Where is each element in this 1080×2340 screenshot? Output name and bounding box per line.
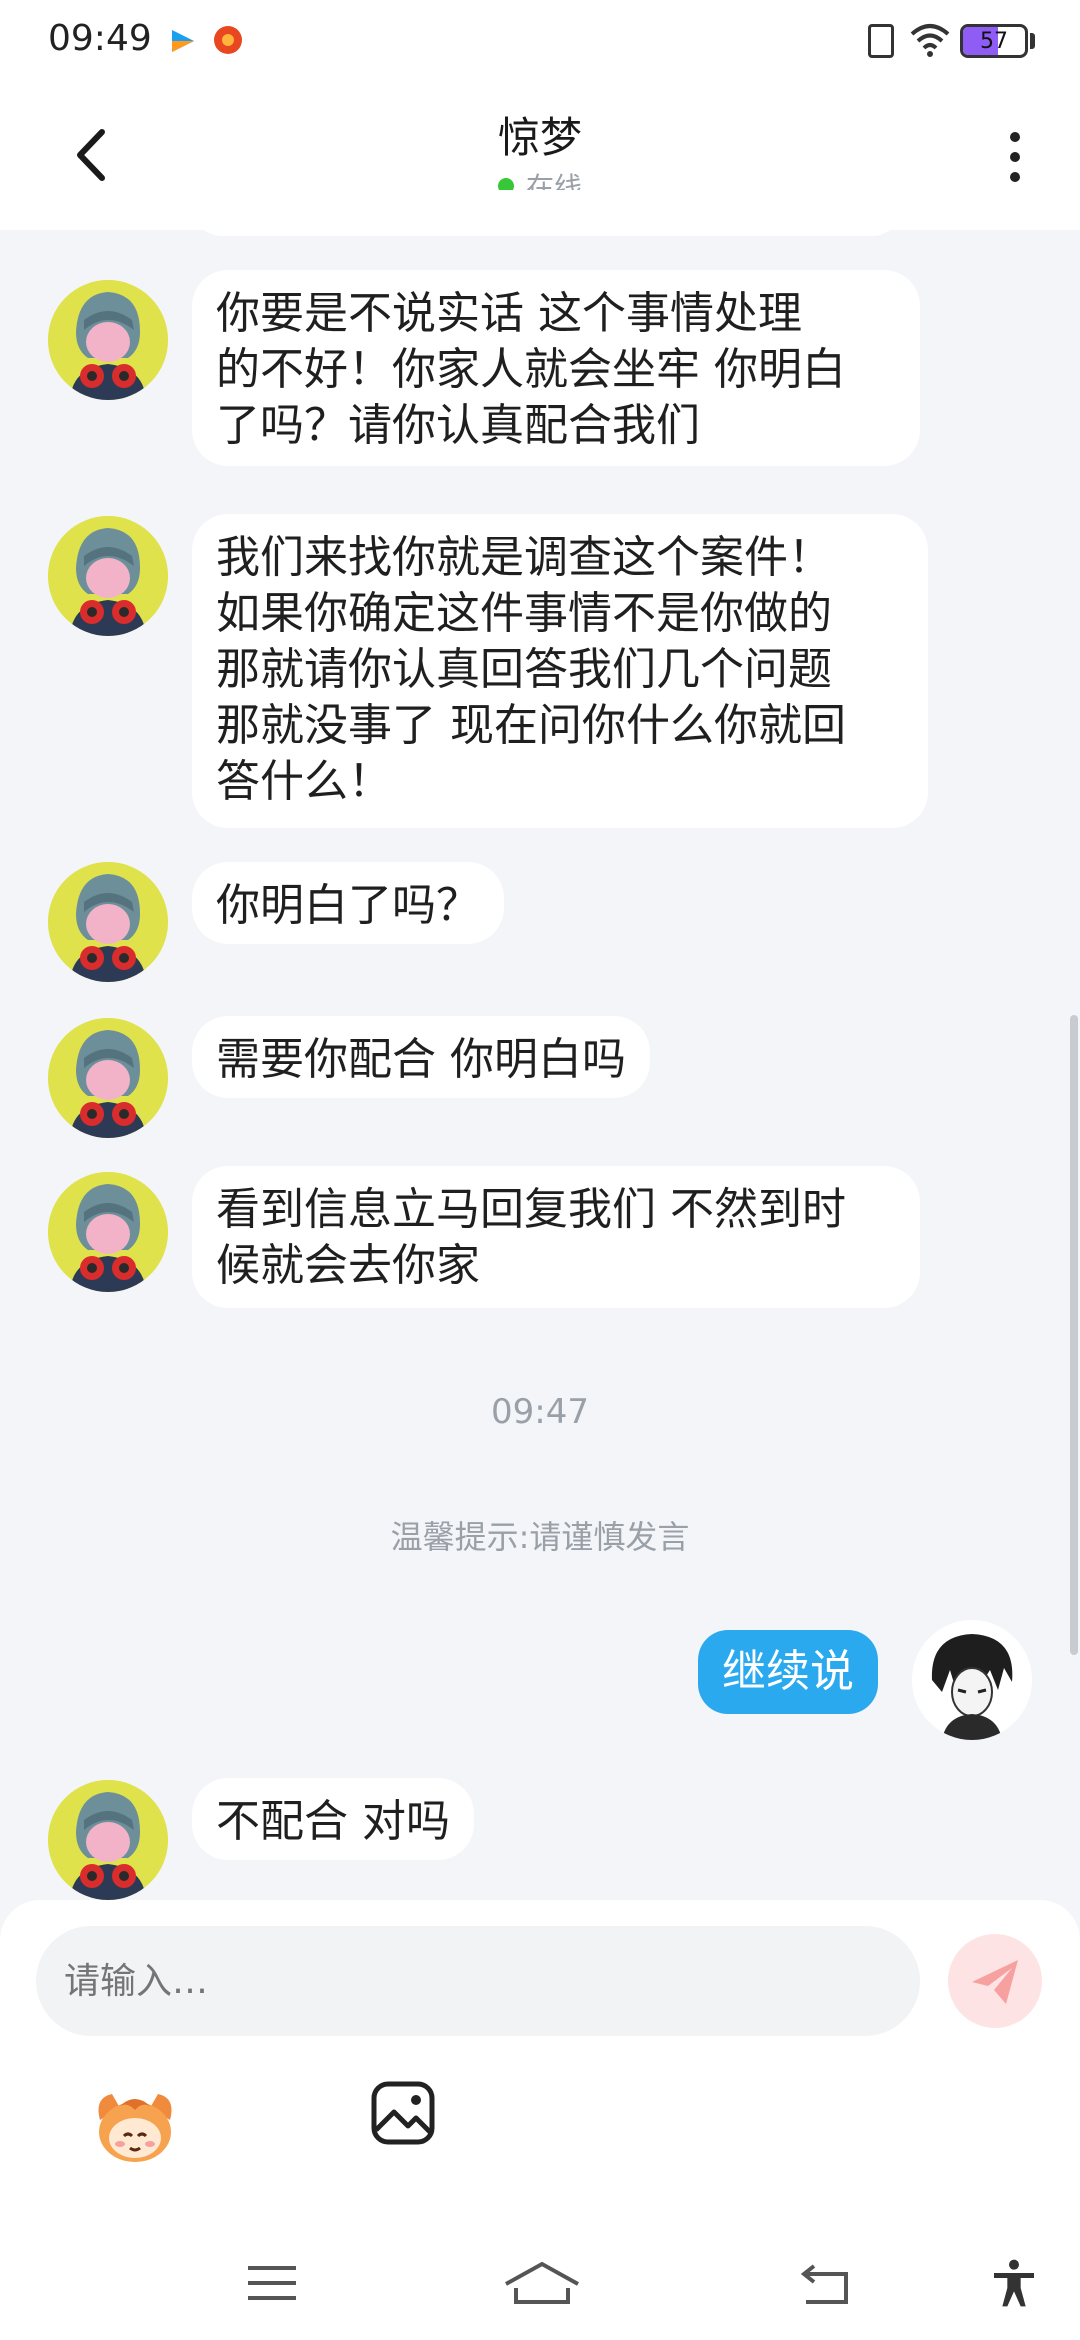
incoming-message-bubble[interactable]: 你要是不说实话 这个事情处理 的不好！你家人就会坐牢 你明白 了吗？请你认真配合… [192, 270, 920, 466]
chat-title: 惊梦 [497, 113, 582, 162]
image-icon [371, 2081, 435, 2145]
message-line: 候就会去你家 [216, 1240, 480, 1291]
avatar-image [912, 1620, 1032, 1740]
message-line: 继续说 [722, 1646, 854, 1697]
incoming-message-bubble[interactable]: 需要你配合 你明白吗 [192, 1016, 650, 1098]
send-button[interactable] [948, 1934, 1042, 2028]
home-nav-icon[interactable] [502, 2258, 582, 2308]
back-nav-icon[interactable] [796, 2258, 856, 2308]
message-list[interactable]: 你要是不说实话 这个事情处理 的不好！你家人就会坐牢 你明白 了吗？请你认真配合… [0, 190, 1080, 1910]
message-line: 你要是不说实话 这个事情处理 [216, 288, 802, 339]
send-icon [972, 1960, 1018, 2004]
emoji-mascot-icon [98, 2094, 172, 2162]
message-line: 答什么！ [216, 756, 392, 807]
app-notification-icon [172, 30, 194, 52]
sim-icon [868, 24, 894, 58]
avatar-image [48, 862, 168, 982]
battery-icon: 57 [960, 24, 1028, 58]
message-line: 你明白了吗？ [216, 880, 480, 931]
message-line: 的不好！你家人就会坐牢 你明白 [216, 344, 846, 395]
incoming-message-bubble[interactable]: 不配合 对吗 [192, 1778, 474, 1860]
status-bar: 09:49 57 [0, 0, 1080, 80]
outgoing-message-bubble[interactable]: 继续说 [698, 1630, 878, 1714]
battery-cap [1030, 33, 1035, 49]
avatar-image [48, 280, 168, 400]
more-dot [1010, 172, 1020, 182]
incoming-message-bubble[interactable]: 看到信息立马回复我们 不然到时 候就会去你家 [192, 1166, 920, 1308]
accessibility-icon[interactable] [984, 2258, 1044, 2308]
menu-nav-icon[interactable] [242, 2258, 302, 2308]
scrollbar[interactable] [1070, 1015, 1078, 1655]
app-notification-icon-2 [214, 26, 242, 54]
contact-avatar[interactable] [48, 1780, 168, 1900]
message-line: 那就请你认真回答我们几个问题 [216, 644, 832, 695]
avatar-image [48, 1780, 168, 1900]
wifi-icon [910, 24, 950, 57]
status-time: 09:49 [48, 18, 152, 59]
contact-avatar[interactable] [48, 280, 168, 400]
contact-avatar[interactable] [48, 516, 168, 636]
incoming-message-bubble[interactable]: 我们来找你就是调查这个案件！ 如果你确定这件事情不是你做的 那就请你认真回答我们… [192, 514, 928, 828]
contact-avatar[interactable] [48, 1172, 168, 1292]
avatar-image [48, 1172, 168, 1292]
avatar-image [48, 1018, 168, 1138]
incoming-message-bubble[interactable]: 你明白了吗？ [192, 862, 504, 944]
battery-level: 57 [980, 29, 1008, 54]
message-line: 如果你确定这件事情不是你做的 [216, 588, 832, 639]
contact-avatar[interactable] [48, 862, 168, 982]
message-line: 不配合 对吗 [216, 1796, 450, 1847]
message-line: 需要你配合 你明白吗 [216, 1034, 626, 1085]
more-dot [1010, 152, 1020, 162]
previous-message-bubble [192, 190, 902, 236]
message-line: 那就没事了 现在问你什么你就回 [216, 700, 846, 751]
message-timestamp: 09:47 [491, 1392, 589, 1432]
image-button[interactable] [370, 2080, 436, 2146]
message-line: 了吗？请你认真配合我们 [216, 400, 700, 451]
emoji-button[interactable] [90, 2080, 180, 2170]
message-line: 看到信息立马回复我们 不然到时 [216, 1184, 846, 1235]
contact-avatar[interactable] [48, 1018, 168, 1138]
more-dots-icon[interactable] [1000, 126, 1030, 192]
system-nav-bar [0, 2230, 1080, 2340]
message-line: 我们来找你就是调查这个案件！ [216, 532, 832, 583]
my-avatar[interactable] [912, 1620, 1032, 1740]
avatar-image [48, 516, 168, 636]
message-input[interactable] [36, 1926, 920, 2036]
warning-tip: 温馨提示:请谨慎发言 [390, 1518, 690, 1556]
more-dot [1010, 132, 1020, 142]
